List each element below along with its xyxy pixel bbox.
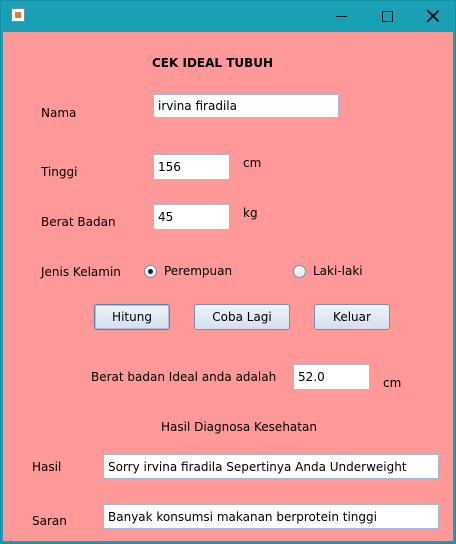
nama-field[interactable]: irvina firadila <box>153 94 339 118</box>
form-panel: CEK IDEAL TUBUH Nama irvina firadila Tin… <box>3 32 453 541</box>
tinggi-unit: cm <box>243 156 262 170</box>
close-button[interactable] <box>410 1 456 31</box>
maximize-button[interactable] <box>364 1 410 31</box>
keluar-button[interactable]: Keluar <box>314 304 390 330</box>
hasil-field[interactable]: Sorry irvina firadila Sepertinya Anda Un… <box>103 454 439 479</box>
java-cup-icon <box>11 8 25 22</box>
nama-label: Nama <box>41 106 77 120</box>
ideal-label: Berat badan Ideal anda adalah <box>91 370 277 384</box>
saran-label: Saran <box>32 514 67 528</box>
radio-unchecked-icon <box>293 264 306 278</box>
coba-lagi-button[interactable]: Coba Lagi <box>194 304 290 330</box>
diagnosa-heading: Hasil Diagnosa Kesehatan <box>161 420 317 434</box>
title-bar[interactable] <box>1 1 455 31</box>
jenis-kelamin-label: Jenis Kelamin <box>41 265 121 279</box>
berat-unit: kg <box>243 206 258 220</box>
hasil-label: Hasil <box>32 460 62 474</box>
maximize-icon <box>381 10 393 22</box>
ideal-weight-field[interactable]: 52.0 <box>293 364 370 390</box>
berat-field[interactable]: 45 <box>153 204 230 230</box>
minimize-button[interactable] <box>318 1 364 31</box>
ideal-unit: cm <box>383 376 402 390</box>
radio-laki-laki[interactable]: Laki-laki <box>293 264 363 278</box>
tinggi-field[interactable]: 156 <box>153 154 230 180</box>
tinggi-label: Tinggi <box>41 165 78 179</box>
radio-checked-icon <box>144 264 157 278</box>
page-title: CEK IDEAL TUBUH <box>152 56 274 70</box>
radio-perempuan[interactable]: Perempuan <box>144 264 232 278</box>
close-icon <box>426 9 440 23</box>
saran-field[interactable]: Banyak konsumsi makanan berprotein tingg… <box>103 504 439 529</box>
hitung-button[interactable]: Hitung <box>94 304 170 330</box>
minimize-icon <box>335 15 347 17</box>
app-window: CEK IDEAL TUBUH Nama irvina firadila Tin… <box>0 0 456 544</box>
berat-label: Berat Badan <box>41 215 116 229</box>
radio-laki-laki-label: Laki-laki <box>313 264 363 278</box>
radio-perempuan-label: Perempuan <box>164 264 233 278</box>
